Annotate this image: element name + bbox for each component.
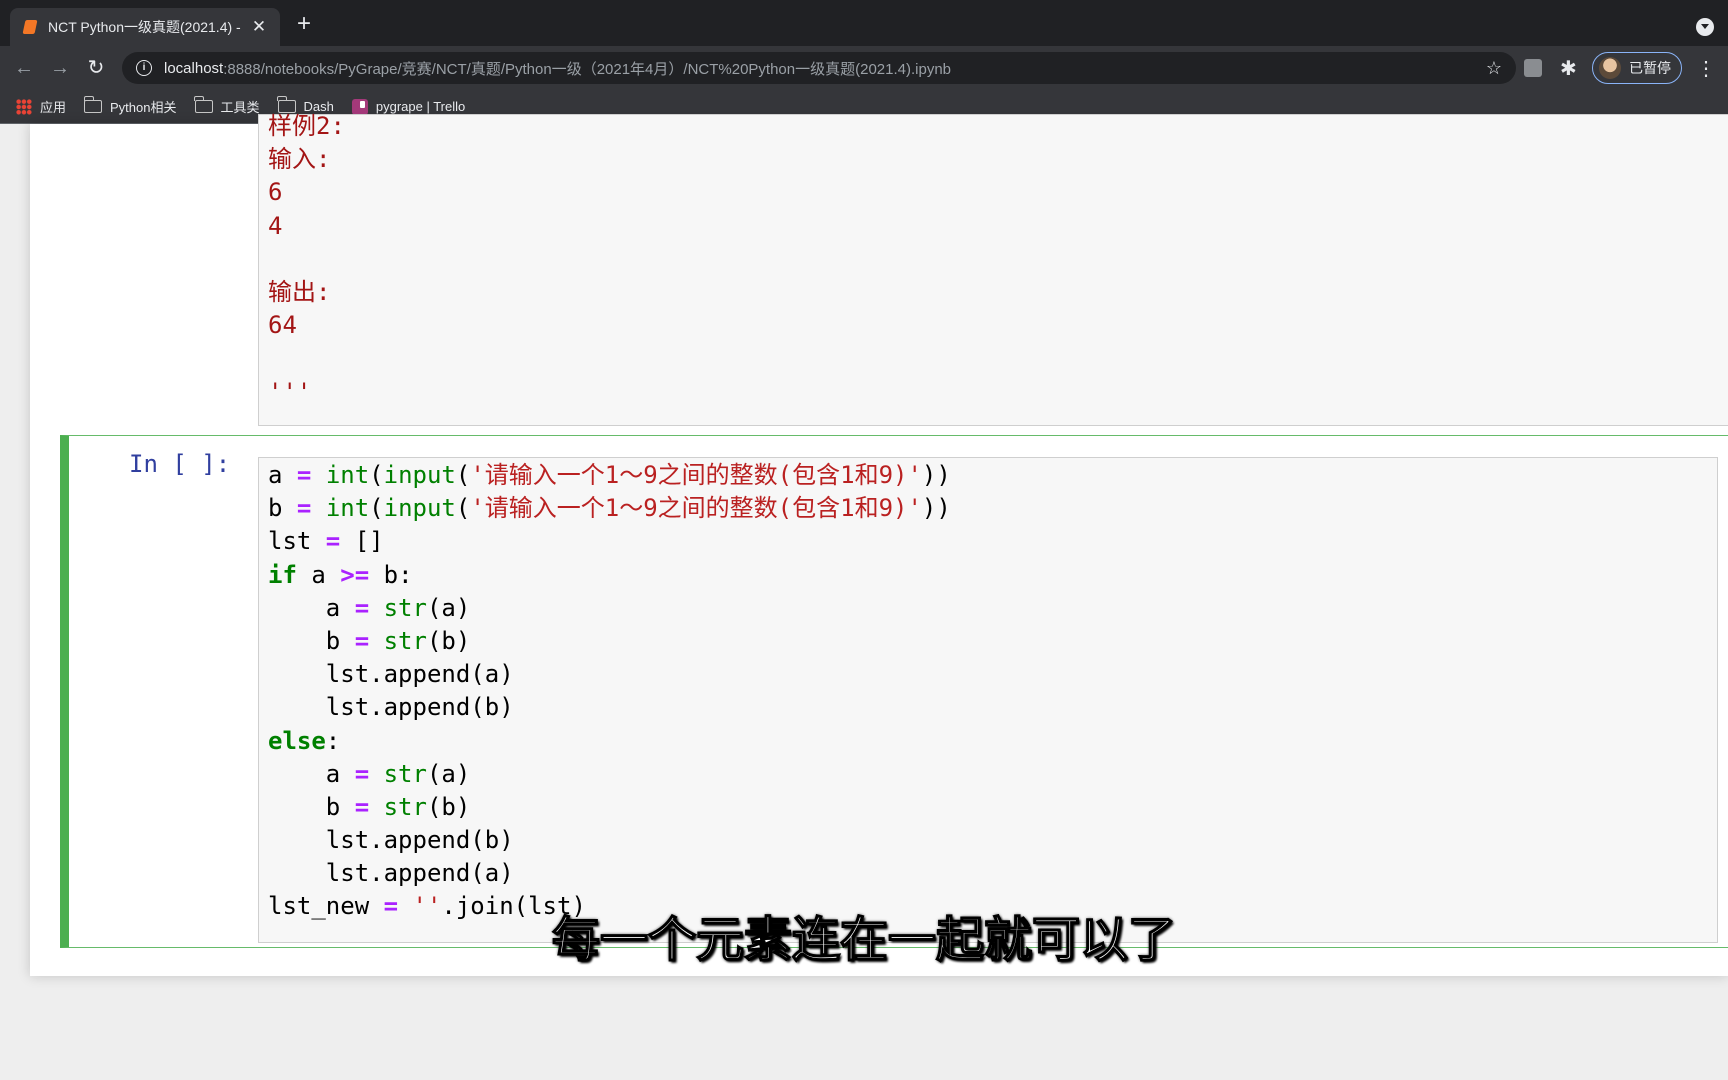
bookmark-python[interactable]: Python相关 [83, 96, 177, 116]
browser-toolbar: ← → ↻ i localhost:8888/notebooks/PyGrape… [0, 46, 1728, 90]
previous-cell-text: 样例2: 输入: 6 4 输出: 64 ''' [268, 110, 345, 409]
code-line: b = int(input('请输入一个1～9之间的整数(包含1和9)')) [268, 494, 951, 523]
code-line: lst.append(b) [268, 826, 514, 855]
code-line: a = str(a) [268, 593, 471, 622]
input-prompt: In [ ]: [129, 450, 231, 478]
back-arrow-icon[interactable]: ← [12, 56, 36, 80]
code-line: 64 [268, 311, 297, 340]
trello-icon [351, 98, 368, 115]
previous-cell-input[interactable] [258, 114, 1728, 426]
bookmark-trello[interactable]: pygrape | Trello [351, 98, 465, 115]
profile-label: 已暂停 [1629, 60, 1671, 76]
code-line: if a >= b: [268, 560, 413, 589]
code-line: 4 [268, 211, 283, 240]
apps-icon [16, 98, 32, 115]
code-line: lst.append(a) [268, 660, 514, 689]
folder-icon [194, 96, 213, 113]
url-path: :8888/notebooks/PyGrape/竞赛/NCT/真题/Python… [223, 60, 952, 78]
code-line: lst.append(b) [268, 693, 514, 722]
new-tab-button[interactable]: + [292, 12, 316, 36]
address-bar[interactable]: i localhost:8888/notebooks/PyGrape/竞赛/NC… [122, 52, 1516, 84]
code-line: b = str(b) [268, 626, 471, 655]
code-line: lst = [] [268, 527, 384, 556]
code-line: ''' [268, 377, 312, 406]
folder-icon [83, 96, 103, 113]
code-line: b = str(b) [268, 792, 471, 821]
profile-button[interactable]: 已暂停 [1592, 52, 1682, 84]
code-text: a = int(input('请输入一个1～9之间的整数(包含1和9)')) b… [268, 459, 951, 924]
kebab-menu-icon[interactable]: ⋮ [1696, 56, 1716, 81]
notebook-container: 样例2: 输入: 6 4 输出: 64 ''' In [ ]: a = int(… [30, 112, 1728, 976]
tab-close-icon[interactable]: ✕ [250, 17, 268, 37]
code-line: a = int(input('请输入一个1～9之间的整数(包含1和9)')) [268, 461, 951, 489]
bookmark-star-icon[interactable]: ☆ [1486, 58, 1502, 79]
code-line: else: [268, 726, 341, 755]
code-line: 输入: [268, 145, 331, 174]
tab-strip: NCT Python一级真题(2021.4) - ✕ + [0, 0, 1728, 46]
code-line: lst.append(a) [268, 859, 514, 888]
bookmark-apps[interactable]: 应用 [16, 97, 66, 116]
bookmark-tools[interactable]: 工具类 [194, 96, 260, 116]
video-subtitle: 每一个元素连在一起就可以了 [551, 913, 1177, 968]
code-line: 输出: [268, 277, 331, 306]
jupyter-favicon-icon [22, 19, 38, 35]
site-info-icon[interactable]: i [136, 60, 152, 76]
forward-arrow-icon[interactable]: → [48, 56, 72, 80]
url-host: localhost [164, 59, 224, 77]
code-line: a = str(a) [268, 759, 471, 788]
browser-tab[interactable]: NCT Python一级真题(2021.4) - ✕ [10, 8, 280, 46]
avatar [1599, 57, 1621, 79]
extension-icon[interactable] [1524, 59, 1542, 77]
reload-icon[interactable]: ↻ [84, 56, 108, 80]
code-line: 6 [268, 178, 283, 207]
tab-search-icon[interactable] [1696, 18, 1714, 36]
code-line: 样例2: [268, 112, 345, 140]
puzzle-extensions-icon[interactable]: ✱ [1560, 56, 1577, 81]
tab-title: NCT Python一级真题(2021.4) - [48, 19, 241, 35]
